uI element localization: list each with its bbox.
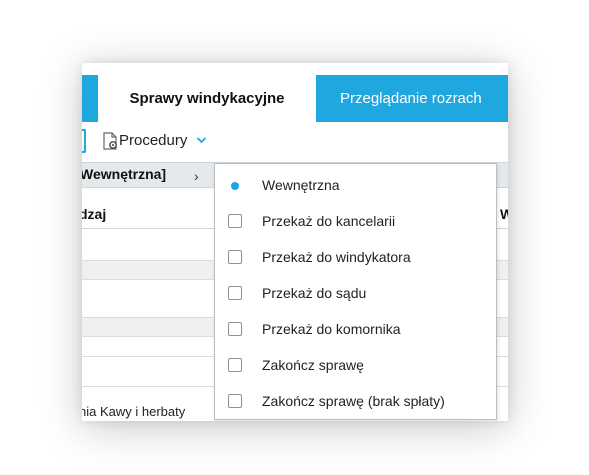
- toolbar-button-partial[interactable]: [82, 129, 86, 153]
- tab-przegladanie-rozrachunkow[interactable]: Przeglądanie rozrach: [340, 75, 482, 122]
- menu-item-label: Wewnętrzna: [262, 177, 340, 193]
- menu-item-przekaz-do-kancelarii[interactable]: Przekaż do kancelarii: [215, 204, 496, 240]
- toolbar: Procedury: [82, 122, 508, 162]
- selected-bullet-icon: [231, 182, 239, 190]
- menu-item-zakoncz-sprawe-brak-splaty[interactable]: Zakończ sprawę (brak spłaty): [215, 384, 496, 420]
- menu-item-label: Zakończ sprawę (brak spłaty): [262, 393, 445, 409]
- menu-item-label: Zakończ sprawę: [262, 357, 364, 373]
- procedury-label: Procedury: [119, 132, 188, 149]
- chevron-down-icon: [196, 137, 207, 144]
- document-gear-icon: [103, 132, 117, 150]
- checkbox[interactable]: [228, 214, 242, 228]
- menu-item-przekaz-do-komornika[interactable]: Przekaż do komornika: [215, 312, 496, 348]
- app-viewport: Sprawy windykacyjne Przeglądanie rozrach…: [82, 63, 508, 421]
- menu-item-przekaz-do-sadu[interactable]: Przekaż do sądu: [215, 276, 496, 312]
- menu-item-wewnetrzna[interactable]: Wewnętrzna: [215, 168, 496, 204]
- procedury-dropdown-menu: Wewnętrzna Przekaż do kancelarii Przekaż…: [214, 163, 497, 420]
- breadcrumb-label: Wewnętrzna]: [82, 166, 167, 182]
- menu-item-label: Przekaż do komornika: [262, 321, 401, 337]
- menu-item-przekaz-do-windykatora[interactable]: Przekaż do windykatora: [215, 240, 496, 276]
- chevron-right-icon: ›: [194, 168, 199, 184]
- column-header-rodzaj[interactable]: dzaj: [82, 206, 106, 222]
- row-cell-text: nia Kawy i herbaty: [82, 404, 186, 419]
- tab-bar: Sprawy windykacyjne Przeglądanie rozrach: [82, 75, 508, 122]
- menu-item-label: Przekaż do sądu: [262, 285, 367, 301]
- tab-sprawy-windykacyjne[interactable]: Sprawy windykacyjne: [98, 75, 316, 122]
- checkbox[interactable]: [228, 394, 242, 408]
- checkbox[interactable]: [228, 286, 242, 300]
- checkbox[interactable]: [228, 250, 242, 264]
- column-header-w[interactable]: W: [500, 206, 508, 222]
- checkbox[interactable]: [228, 358, 242, 372]
- menu-item-zakoncz-sprawe[interactable]: Zakończ sprawę: [215, 348, 496, 384]
- checkbox[interactable]: [228, 322, 242, 336]
- menu-item-label: Przekaż do kancelarii: [262, 213, 396, 229]
- menu-item-label: Przekaż do windykatora: [262, 249, 411, 265]
